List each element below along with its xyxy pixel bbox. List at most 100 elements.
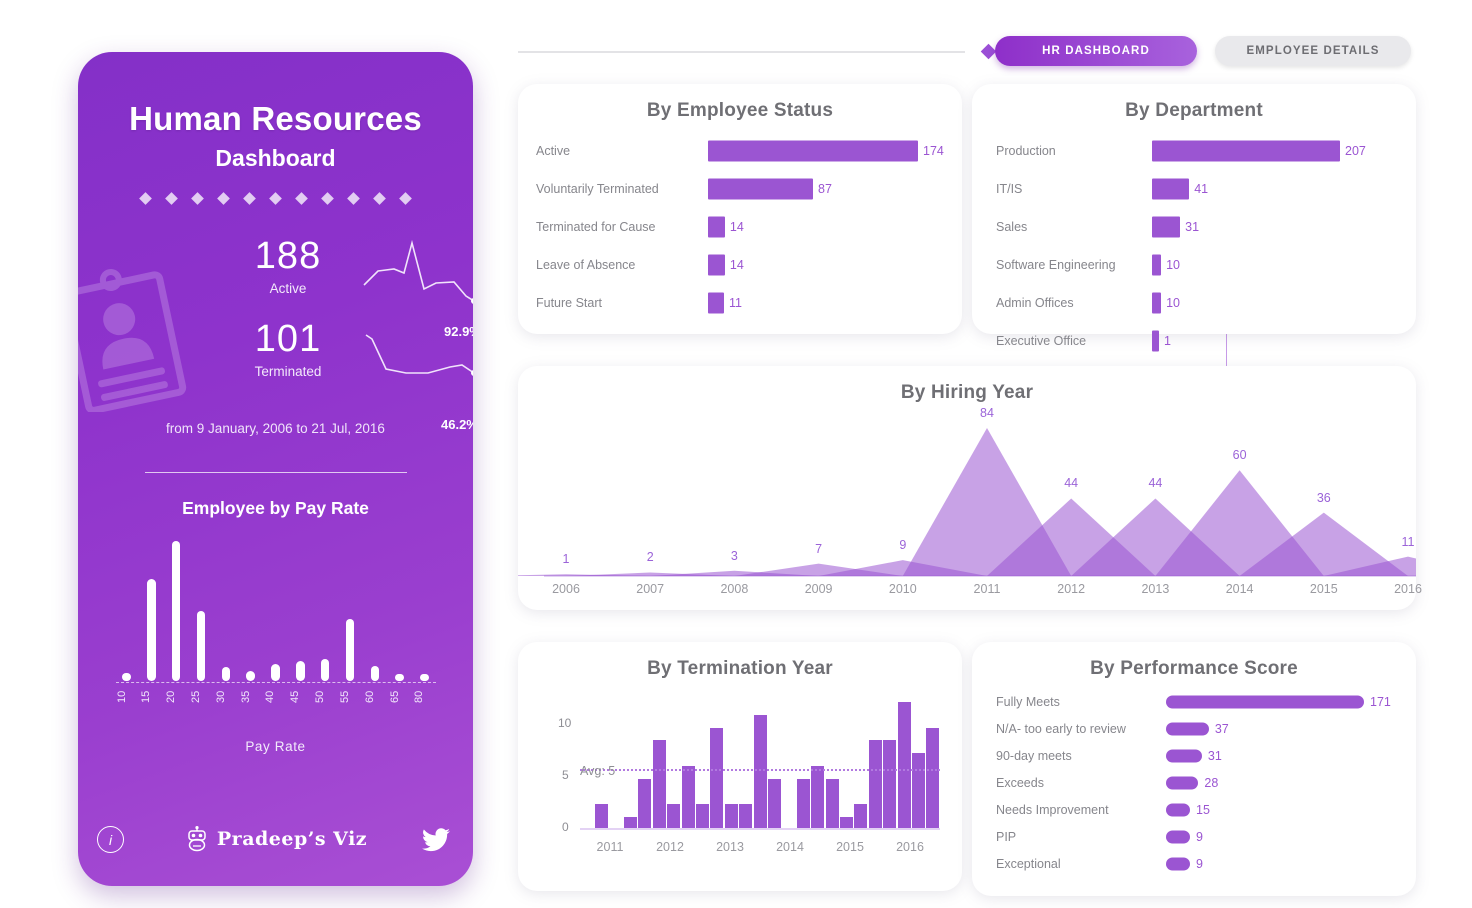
bar-track: 1	[1152, 322, 1416, 360]
bar-track: 14	[708, 246, 962, 284]
termination-bar	[638, 778, 652, 830]
bar	[1152, 254, 1162, 276]
bar-category-label: Executive Office	[996, 334, 1087, 348]
sparkline-group	[363, 239, 473, 376]
termination-bar	[912, 753, 926, 830]
bar-category-label: IT/IS	[996, 182, 1023, 196]
sidebar-footer: i Pradeep’s Viz	[78, 826, 473, 860]
date-range-label: from 9 January, 2006 to 21 Jul, 2016	[166, 421, 385, 436]
bar-row: Exceeds 28	[996, 769, 1416, 796]
brand-text: Pradeep’s Viz	[216, 828, 368, 850]
sidebar-panel: Human Resources Dashboard 188 Active 101…	[78, 52, 473, 886]
tab-hr-dashboard[interactable]: HR DASHBOARD	[995, 36, 1197, 66]
bar-track: 31	[1166, 742, 1416, 769]
card-title-termination-year: By Termination Year	[647, 658, 833, 679]
bar-track: 207	[1152, 132, 1416, 170]
bar-track: 28	[1166, 769, 1416, 796]
card-employee-status: By Employee Status Active 174 Voluntarily …	[518, 84, 1228, 406]
bar-track: 10	[1152, 246, 1416, 284]
robot-icon	[188, 826, 206, 852]
hiring-year-value-label: 60	[1232, 448, 1247, 463]
bar	[1166, 749, 1202, 762]
bar-category-label: Fully Meets	[996, 694, 1060, 709]
bar-category-label: Leave of Absence	[536, 258, 636, 272]
bar-category-label: Future Start	[536, 296, 602, 310]
page-subtitle: Dashboard	[215, 145, 336, 171]
payrate-tick-label: 45	[289, 690, 302, 704]
diamond-icon	[165, 192, 178, 205]
termination-zero-line	[580, 828, 940, 830]
bar-category-label: Sales	[996, 220, 1028, 234]
diamond-icon	[980, 43, 997, 60]
diamond-icon	[347, 192, 360, 205]
termination-bar	[595, 804, 609, 830]
payrate-bar	[395, 674, 404, 681]
brand-logo: Pradeep’s Viz	[78, 826, 473, 852]
sidebar-divider	[144, 472, 407, 473]
termination-bar	[868, 740, 882, 830]
payrate-bar	[296, 661, 305, 681]
bar-value-label: 10	[1166, 258, 1180, 272]
diamond-icon	[243, 192, 256, 205]
termination-tick-label: 2012	[656, 840, 684, 854]
payrate-bar-column	[140, 578, 162, 681]
payrate-tick-label: 80	[413, 690, 426, 704]
bar	[1166, 803, 1190, 816]
termination-tick-label: 2016	[896, 840, 924, 854]
card-performance-score: By Performance Score Fully Meets 171 N/A- …	[972, 642, 1416, 896]
bar-value-label: 14	[729, 258, 744, 272]
bar	[1152, 292, 1162, 314]
bar-row: 90-day meets 31	[996, 742, 1416, 769]
hiring-year-tick-label: 2008	[720, 582, 749, 596]
hiring-year-tick-label: 2007	[636, 582, 665, 596]
bar-row: Fully Meets 171	[996, 688, 1416, 715]
bar-category-label: Production	[996, 144, 1056, 158]
bar-row: IT/IS 41	[996, 170, 1416, 208]
bar-value-label: 14	[729, 220, 744, 234]
payrate-bar-column	[314, 658, 336, 681]
payrate-chart-title: Employee by Pay Rate	[182, 498, 369, 518]
bar-row: Software Engineering 10	[996, 246, 1416, 284]
hiring-year-value-label: 2	[646, 550, 654, 565]
bar-value-label: 171	[1370, 694, 1391, 709]
bar	[708, 178, 813, 200]
sparkline-active	[363, 239, 473, 302]
bar	[1166, 695, 1364, 708]
hiring-year-tick-label: 2014	[1225, 582, 1254, 596]
hiring-year-value-label: 44	[1148, 476, 1163, 491]
twitter-icon[interactable]	[421, 828, 451, 854]
kpi-active-label: Active	[269, 280, 307, 296]
bar-value-label: 31	[1185, 220, 1200, 234]
termination-bar	[667, 804, 681, 830]
hiring-year-labels: 1 2006 2 2007 3 2008 7 2009 9 2010 84 2011 44 2012 44 2…	[518, 406, 1422, 608]
employee-status-bar-list: Active 174 Voluntarily Terminated 87 Termina…	[518, 132, 962, 322]
bar-value-label: 1	[1164, 334, 1171, 348]
y-tick-10: 10	[558, 716, 572, 730]
termination-bar	[883, 740, 897, 830]
bar-row: Future Start 11	[536, 284, 962, 322]
hiring-year-value-label: 1	[562, 552, 570, 567]
hiring-year-value-label: 84	[980, 406, 994, 420]
payrate-bar-column	[413, 674, 435, 681]
termination-bar	[796, 778, 810, 830]
bar-row: Executive Office 1	[996, 322, 1416, 360]
kpi-stack: 188 Active 101 Terminated	[213, 236, 363, 379]
payrate-bar	[122, 672, 131, 681]
y-tick-5: 5	[562, 768, 569, 782]
payrate-bar	[271, 664, 280, 681]
bar-category-label: Exceeds	[996, 775, 1044, 790]
department-bar-list: Production 207 IT/IS 41 Sales 31 Software Engi…	[972, 132, 1416, 360]
hiring-year-tick-label: 2013	[1141, 582, 1170, 596]
bar	[1152, 216, 1181, 238]
tab-employee-details[interactable]: EMPLOYEE DETAILS	[1215, 36, 1411, 66]
payrate-bar-column	[190, 611, 212, 681]
bar-value-label: 15	[1196, 802, 1210, 817]
payrate-bar-column	[264, 664, 286, 681]
payrate-bar	[420, 674, 429, 681]
bar-category-label: Software Engineering	[996, 258, 1116, 272]
diamond-icon	[217, 192, 230, 205]
bar	[1152, 330, 1159, 352]
bar	[1166, 830, 1190, 843]
payrate-bar-column	[165, 541, 187, 681]
dashboard-page: Human Resources Dashboard 188 Active 101…	[0, 0, 1472, 908]
